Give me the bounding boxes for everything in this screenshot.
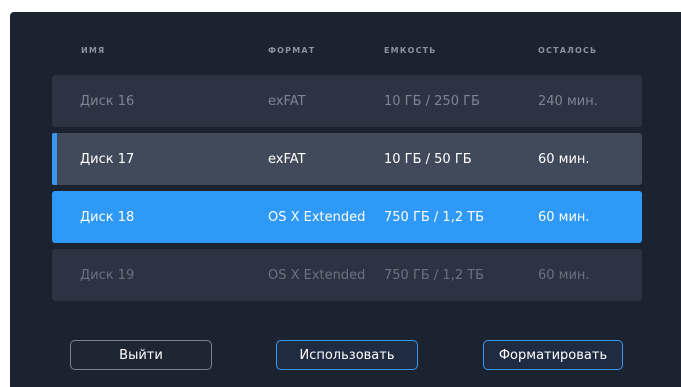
column-header-name: ИМЯ — [81, 46, 106, 55]
disk-select-panel: ИМЯ ФОРМАТ ЕМКОСТЬ ОСТАЛОСЬ Диск 16 exFA… — [10, 12, 681, 387]
disk-list: Диск 16 exFAT 10 ГБ / 250 ГБ 240 мин. Ди… — [52, 75, 642, 307]
disk-row-16[interactable]: Диск 16 exFAT 10 ГБ / 250 ГБ 240 мин. — [52, 75, 642, 127]
disk-name: Диск 19 — [80, 268, 135, 283]
disk-capacity: 10 ГБ / 50 ГБ — [384, 152, 472, 167]
disk-capacity: 750 ГБ / 1,2 ТБ — [384, 268, 485, 283]
disk-remaining: 240 мин. — [538, 94, 598, 109]
disk-row-17[interactable]: Диск 17 exFAT 10 ГБ / 50 ГБ 60 мин. — [52, 133, 642, 185]
format-button[interactable]: Форматировать — [483, 340, 623, 370]
disk-format: exFAT — [268, 94, 306, 109]
active-disk-marker — [52, 133, 57, 185]
column-header-format: ФОРМАТ — [268, 46, 316, 55]
disk-remaining: 60 мин. — [538, 152, 590, 167]
disk-format: exFAT — [268, 152, 306, 167]
disk-format: OS X Extended — [268, 268, 366, 283]
disk-row-19[interactable]: Диск 19 OS X Extended 750 ГБ / 1,2 ТБ 60… — [52, 249, 642, 301]
disk-remaining: 60 мин. — [538, 210, 590, 225]
disk-row-18[interactable]: Диск 18 OS X Extended 750 ГБ / 1,2 ТБ 60… — [52, 191, 642, 243]
table-header: ИМЯ ФОРМАТ ЕМКОСТЬ ОСТАЛОСЬ — [10, 46, 681, 62]
disk-capacity: 10 ГБ / 250 ГБ — [384, 94, 480, 109]
column-header-capacity: ЕМКОСТЬ — [384, 46, 437, 55]
disk-name: Диск 16 — [80, 94, 135, 109]
disk-name: Диск 17 — [80, 152, 135, 167]
exit-button[interactable]: Выйти — [70, 340, 212, 370]
disk-format: OS X Extended — [268, 210, 366, 225]
disk-name: Диск 18 — [80, 210, 135, 225]
column-header-remaining: ОСТАЛОСЬ — [538, 46, 598, 55]
disk-remaining: 60 мин. — [538, 268, 590, 283]
use-button[interactable]: Использовать — [276, 340, 418, 370]
disk-capacity: 750 ГБ / 1,2 ТБ — [384, 210, 485, 225]
